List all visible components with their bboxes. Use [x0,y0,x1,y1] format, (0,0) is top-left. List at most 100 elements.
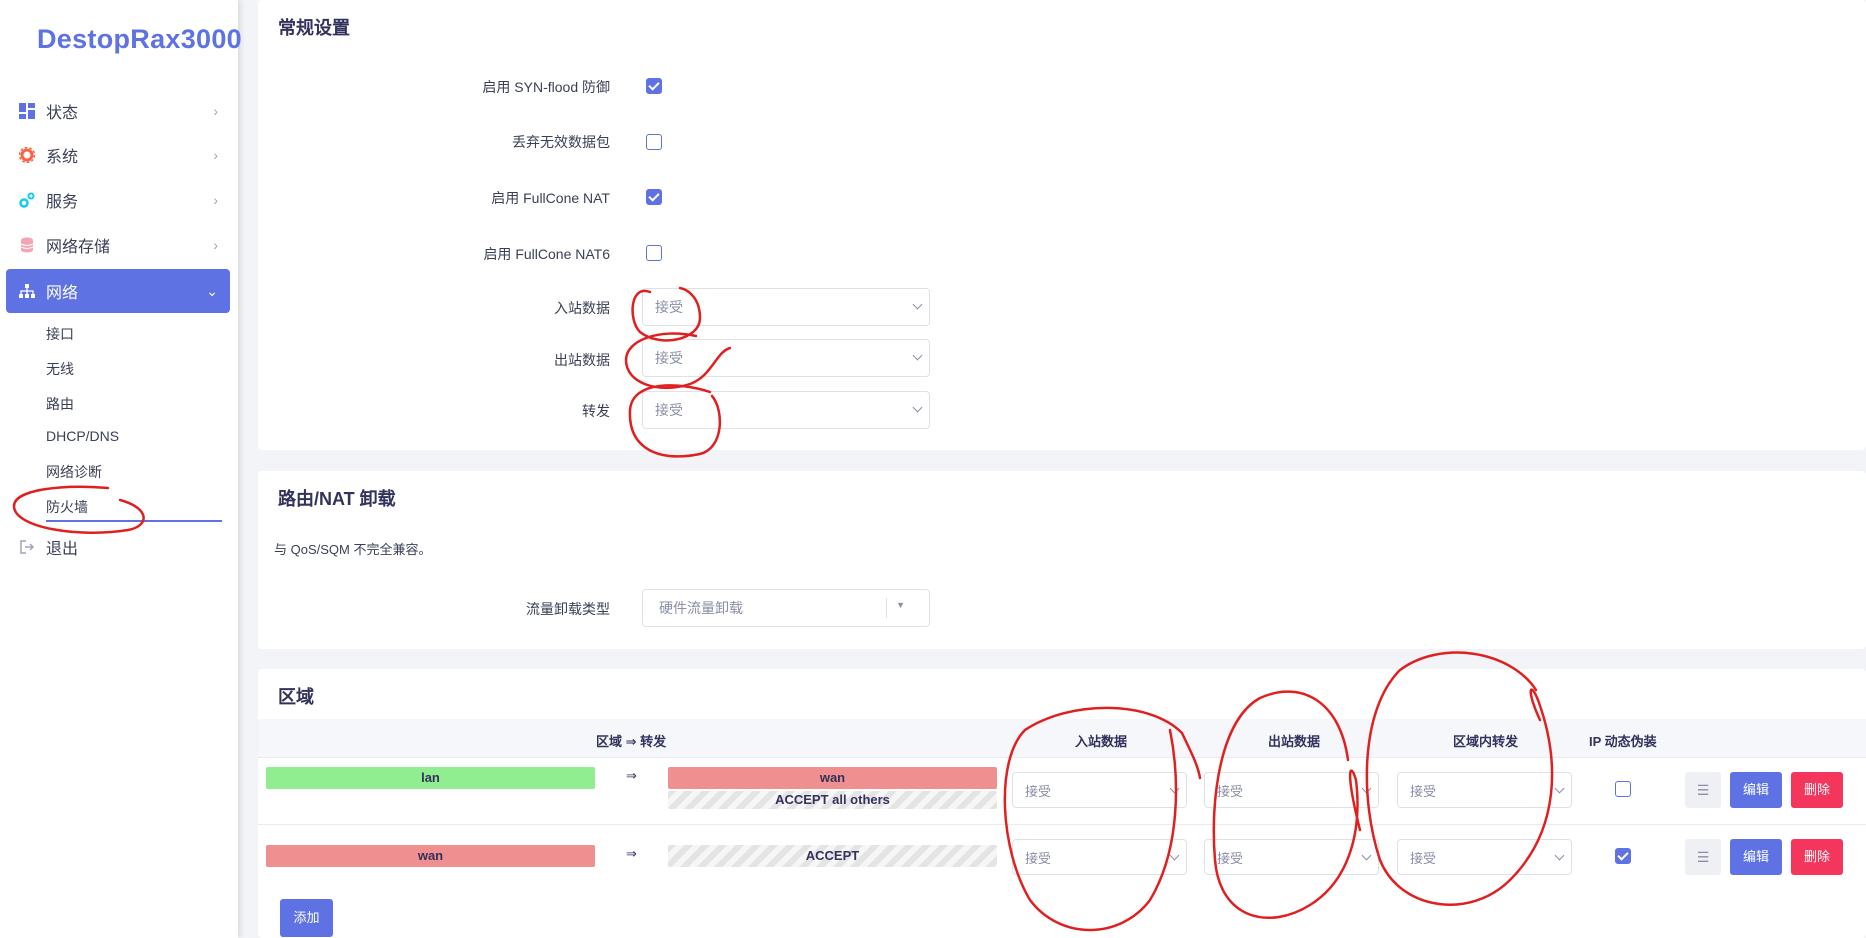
intra-forward-value: 接受 [1410,783,1437,799]
offload-type-value: 硬件流量卸载 [659,600,743,616]
chevron-down-icon [912,299,923,310]
sidebar-item-network-storage[interactable]: 网络存储 › [6,223,230,267]
sidebar-item-logout[interactable]: 退出 [6,525,230,569]
sidebar-item-system[interactable]: 系统 › [6,133,230,177]
sidebar-item-label: 系统 [46,149,79,166]
forward-arrow: ⇒ [626,768,637,783]
sitemap-icon [18,282,36,300]
zone-badge-lan: lan [266,767,595,789]
input-select[interactable]: 接受 [1012,772,1187,808]
brand-logo: DestopRax3000 [37,24,243,54]
masquerade-checkbox[interactable] [1615,848,1631,864]
select-divider [886,598,887,618]
table-row: lan ⇒ wan ACCEPT all others 接受 接受 接受 ☰ 编… [258,757,1866,824]
zones-title: 区域 [278,687,314,707]
chevron-down-icon [1361,850,1372,861]
edit-button[interactable]: 编辑 [1730,839,1782,875]
drop-invalid-checkbox[interactable] [646,134,662,150]
output-select[interactable]: 接受 [1204,772,1379,808]
chevron-right-icon: › [213,237,218,253]
output-policy-value: 接受 [655,350,683,366]
input-policy-select[interactable]: 接受 [642,288,930,326]
chevron-down-icon [1554,850,1565,861]
header-zone-forward: 区域 ⇒ 转发 [596,734,667,749]
header-input: 入站数据 [1075,734,1128,749]
chevron-down-icon [1169,783,1180,794]
syn-flood-checkbox[interactable] [646,78,662,94]
table-row: wan ⇒ ACCEPT 接受 接受 接受 ☰ 编辑 删除 [258,824,1866,891]
dashboard-icon [18,102,36,120]
drop-invalid-label: 丢弃无效数据包 [512,134,610,150]
submenu-item-firewall[interactable]: 防火墙 [46,497,88,517]
chevron-down-icon [1554,783,1565,794]
default-policy-badge: ACCEPT all others [668,791,997,809]
input-value: 接受 [1025,783,1052,799]
chevron-down-icon [1361,783,1372,794]
chevron-right-icon: › [213,192,218,208]
offload-type-select[interactable]: 硬件流量卸载 ▼ [642,589,930,627]
output-value: 接受 [1217,783,1244,799]
sidebar-item-label: 网络 [46,285,79,302]
output-select[interactable]: 接受 [1204,839,1379,875]
chevron-down-icon [912,402,923,413]
header-masquerade: IP 动态伪装 [1589,734,1657,749]
chevron-down-icon: ⌄ [206,282,218,299]
syn-flood-label: 启用 SYN-flood 防御 [482,79,610,95]
offload-title: 路由/NAT 卸载 [278,489,396,509]
forward-arrow: ⇒ [626,846,637,861]
input-value: 接受 [1025,850,1052,866]
edit-button[interactable]: 编辑 [1730,772,1782,808]
fullcone-nat6-label: 启用 FullCone NAT6 [483,246,610,262]
active-submenu-indicator [46,520,222,522]
offload-note: 与 QoS/SQM 不完全兼容。 [274,542,432,557]
intra-forward-select[interactable]: 接受 [1397,839,1572,875]
default-policy-badge: ACCEPT [668,845,997,867]
zone-badge-wan: wan [266,845,595,867]
forward-policy-select[interactable]: 接受 [642,391,930,429]
submenu-item-interfaces[interactable]: 接口 [46,324,74,344]
drag-handle-icon[interactable]: ☰ [1685,772,1721,808]
submenu-item-routes[interactable]: 路由 [46,394,74,414]
delete-button[interactable]: 删除 [1791,839,1843,875]
masquerade-checkbox[interactable] [1615,781,1631,797]
output-policy-label: 出站数据 [554,352,610,368]
intra-forward-select[interactable]: 接受 [1397,772,1572,808]
input-select[interactable]: 接受 [1012,839,1187,875]
drag-handle-icon[interactable]: ☰ [1685,839,1721,875]
sidebar: DestopRax3000 状态 › 系统 › 服务 › 网络存储 › 网络 ⌄ [0,0,242,938]
sidebar-item-services[interactable]: 服务 › [6,178,230,222]
forward-policy-value: 接受 [655,402,683,418]
chevron-down-icon [1169,850,1180,861]
add-zone-button[interactable]: 添加 [280,899,333,937]
chevron-down-icon [912,350,923,361]
submenu-item-diagnostics[interactable]: 网络诊断 [46,462,102,482]
submenu-item-wireless[interactable]: 无线 [46,359,74,379]
chevron-right-icon: › [213,103,218,119]
fullcone-nat6-checkbox[interactable] [646,245,662,261]
caret-down-icon: ▼ [896,600,905,610]
output-policy-select[interactable]: 接受 [642,339,930,377]
logout-icon [18,538,36,556]
intra-forward-value: 接受 [1410,850,1437,866]
database-icon [18,236,36,254]
delete-button[interactable]: 删除 [1791,772,1843,808]
sidebar-item-label: 服务 [46,194,79,211]
zone-badge-wan: wan [668,767,997,789]
gear-icon [18,146,36,164]
input-policy-value: 接受 [655,299,683,315]
submenu-item-dhcp-dns[interactable]: DHCP/DNS [46,428,119,444]
input-policy-label: 入站数据 [554,300,610,316]
general-settings-title: 常规设置 [278,18,350,38]
header-output: 出站数据 [1268,734,1321,749]
offload-card: 路由/NAT 卸载 与 QoS/SQM 不完全兼容。 流量卸载类型 硬件流量卸载… [258,471,1866,649]
output-value: 接受 [1217,850,1244,866]
sidebar-item-label: 退出 [46,541,79,558]
sidebar-item-status[interactable]: 状态 › [6,89,230,133]
sidebar-item-network[interactable]: 网络 ⌄ [6,269,230,313]
fullcone-nat-checkbox[interactable] [646,189,662,205]
offload-type-label: 流量卸载类型 [526,601,610,617]
zones-card: 区域 区域 ⇒ 转发 入站数据 出站数据 区域内转发 IP 动态伪装 lan ⇒… [258,669,1866,938]
chevron-right-icon: › [213,147,218,163]
forward-policy-label: 转发 [582,403,610,419]
general-settings-card: 常规设置 启用 SYN-flood 防御 丢弃无效数据包 启用 FullCone… [258,0,1866,450]
